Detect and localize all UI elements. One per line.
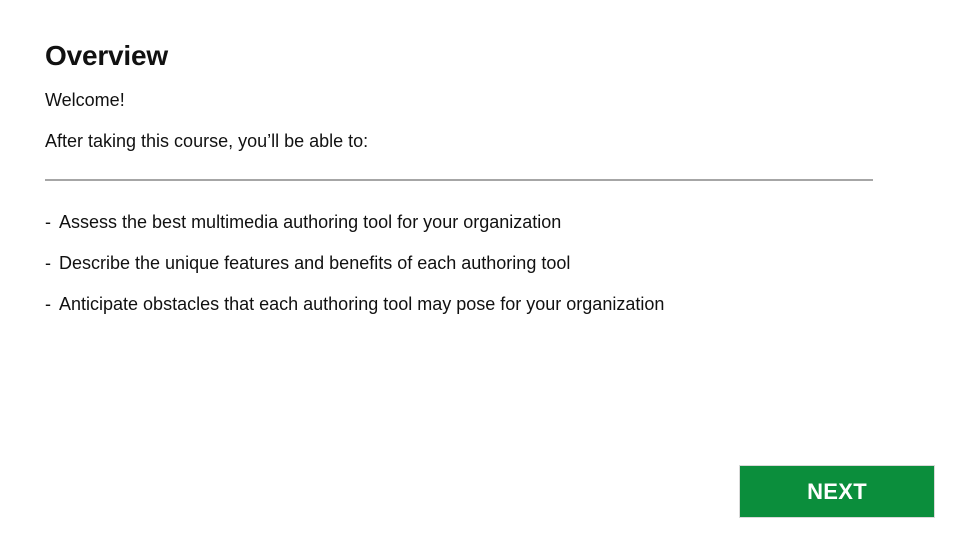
objective-text: Anticipate obstacles that each authoring…: [59, 294, 665, 314]
course-slide: Overview Welcome! After taking this cour…: [0, 0, 958, 539]
page-title: Overview: [45, 40, 168, 71]
learning-objectives-list: - Assess the best multimedia authoring t…: [45, 210, 664, 333]
objective-item-3: - Anticipate obstacles that each authori…: [45, 292, 664, 316]
objective-bullet: -: [45, 253, 51, 273]
objective-text: Assess the best multimedia authoring too…: [59, 212, 562, 232]
intro-text: After taking this course, you’ll be able…: [45, 131, 369, 151]
objective-bullet: -: [45, 294, 51, 314]
objective-item-1: - Assess the best multimedia authoring t…: [45, 210, 664, 234]
objective-bullet: -: [45, 212, 51, 232]
next-button[interactable]: NEXT: [739, 465, 935, 518]
objective-item-2: - Describe the unique features and benef…: [45, 251, 664, 275]
welcome-text: Welcome!: [45, 90, 125, 110]
section-divider: [45, 179, 873, 181]
objective-text: Describe the unique features and benefit…: [59, 253, 571, 273]
